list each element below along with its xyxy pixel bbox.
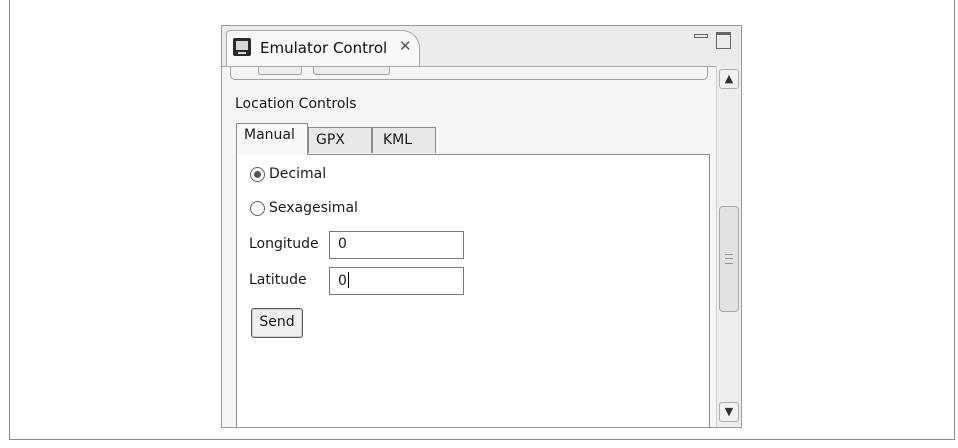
- latitude-value: 0: [338, 273, 347, 289]
- longitude-input[interactable]: 0: [329, 231, 464, 259]
- emulator-control-view: Emulator Control ✕ Location Controls Man…: [221, 25, 742, 428]
- radio-button-selected[interactable]: [250, 167, 265, 182]
- previous-group-box: [230, 67, 708, 80]
- scroll-down-icon[interactable]: ▼: [719, 402, 739, 422]
- manual-tab-panel: Decimal Sexagesimal Longitude 0 Latitude…: [236, 154, 710, 427]
- tab-manual[interactable]: Manual: [236, 123, 308, 155]
- radio-button-unselected[interactable]: [250, 201, 265, 216]
- tab-kml[interactable]: KML: [372, 127, 436, 153]
- scroll-up-icon[interactable]: ▲: [719, 69, 739, 89]
- view-tab-emulator-control[interactable]: Emulator Control ✕: [226, 30, 420, 66]
- vertical-scrollbar[interactable]: ▲ ▼: [716, 66, 741, 427]
- location-tabs: Manual GPX KML: [236, 123, 706, 155]
- location-controls-label: Location Controls: [235, 96, 357, 112]
- grip-icon: [725, 254, 733, 264]
- radio-label-decimal: Decimal: [269, 166, 327, 182]
- view-titlebar: Emulator Control ✕: [222, 26, 741, 66]
- longitude-label: Longitude: [249, 236, 319, 252]
- tab-gpx[interactable]: GPX: [308, 127, 372, 153]
- latitude-label: Latitude: [249, 272, 307, 288]
- previous-button-1[interactable]: [258, 67, 302, 75]
- latitude-input[interactable]: 0: [329, 267, 464, 295]
- radio-label-sexagesimal: Sexagesimal: [269, 200, 358, 216]
- emulator-icon: [233, 38, 251, 56]
- send-button[interactable]: Send: [251, 308, 303, 338]
- maximize-icon[interactable]: [716, 32, 731, 49]
- longitude-value: 0: [338, 236, 347, 252]
- minimize-icon[interactable]: [694, 34, 708, 38]
- close-icon[interactable]: ✕: [399, 37, 412, 55]
- view-content: Location Controls Manual GPX KML Decimal…: [222, 66, 716, 427]
- text-caret: [347, 272, 349, 288]
- scroll-thumb[interactable]: [719, 206, 739, 312]
- view-title: Emulator Control: [260, 39, 388, 57]
- previous-button-2[interactable]: [313, 67, 390, 75]
